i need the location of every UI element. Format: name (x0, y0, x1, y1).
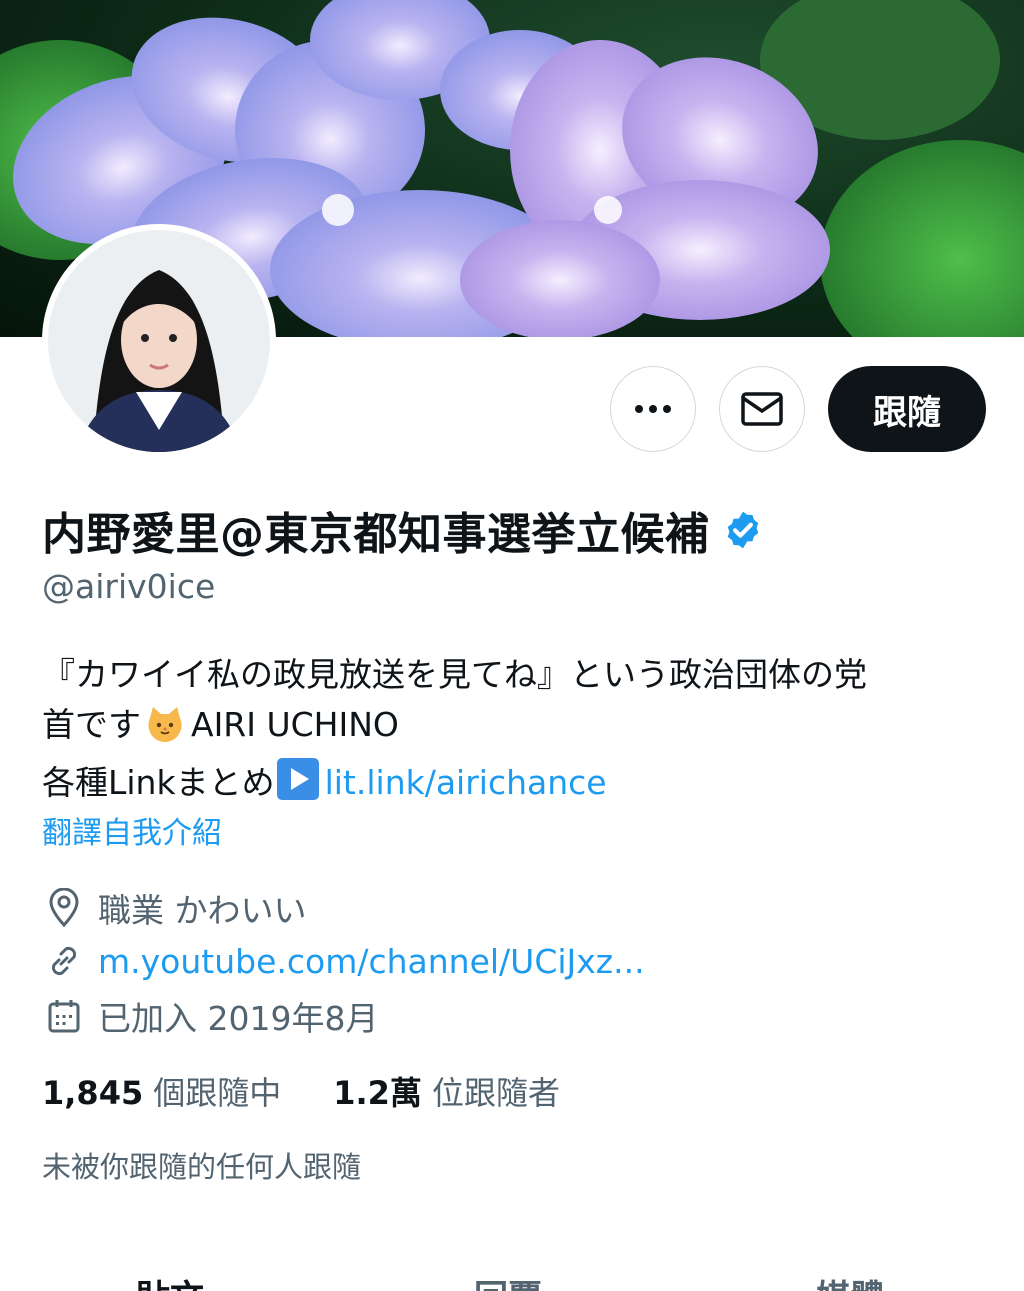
avatar-photo (48, 230, 270, 452)
profile-website-link[interactable]: m.youtube.com/channel/UCiJxz... (98, 942, 645, 981)
profile-website-row: m.youtube.com/channel/UCiJxz... (42, 939, 645, 983)
bio-link[interactable]: lit.link/airichance (325, 763, 607, 802)
message-button[interactable] (719, 366, 805, 452)
cat-face-emoji-icon (145, 704, 185, 758)
play-button-emoji-icon (276, 758, 319, 800)
avatar[interactable] (42, 224, 276, 458)
following-count: 1,845 (42, 1074, 144, 1112)
bio-line-3-text: 各種Linkまとめ (42, 763, 275, 802)
bio-line-1: 『カワイイ私の政見放送を見てね』という政治団体の党 (42, 655, 867, 694)
link-icon (42, 939, 86, 983)
calendar-icon (42, 994, 86, 1038)
translate-bio-link[interactable]: 翻譯自我介紹 (42, 808, 222, 852)
profile-joined-text: 已加入 2019年8月 (98, 999, 379, 1038)
profile-tabs: 貼文 回覆 媒體 (0, 1262, 1024, 1291)
location-pin-icon (42, 886, 86, 930)
bio-line-2-suffix: AIRI UCHINO (191, 705, 399, 744)
profile-joined-row: 已加入 2019年8月 (42, 992, 378, 1040)
tab-posts[interactable]: 貼文 (136, 1270, 204, 1291)
tab-replies[interactable]: 回覆 (474, 1270, 542, 1291)
envelope-icon (741, 392, 783, 426)
display-name: 内野愛里@東京都知事選挙立候補 (42, 509, 710, 560)
more-horizontal-icon (635, 405, 671, 413)
profile-bio: 『カワイイ私の政見放送を見てね』という政治団体の党 首です AIRI UCHINO… (42, 650, 982, 808)
profile-name-row: 内野愛里@東京都知事選挙立候補 (42, 498, 764, 562)
follow-button[interactable]: 跟隨 (828, 366, 986, 452)
following-label: 個跟隨中 (153, 1074, 282, 1112)
followers-stat[interactable]: 1.2萬 位跟隨者 (333, 1068, 560, 1114)
verified-badge-icon[interactable] (722, 509, 764, 551)
tab-media[interactable]: 媒體 (816, 1270, 884, 1291)
followed-by-note: 未被你跟隨的任何人跟隨 (42, 1150, 362, 1184)
bio-line-3: 各種Linkまとめ lit.link/airichance (42, 758, 982, 808)
followers-label: 位跟隨者 (431, 1074, 560, 1112)
following-stat[interactable]: 1,845 個跟隨中 (42, 1068, 281, 1114)
bio-line-2-text: 首です (42, 705, 141, 744)
more-options-button[interactable] (610, 366, 696, 452)
follow-stats: 1,845 個跟隨中 1.2萬 位跟隨者 (42, 1068, 560, 1114)
bio-line-2: 首です AIRI UCHINO (42, 700, 982, 758)
profile-location-text: 職業 かわいい (98, 891, 307, 930)
profile-location-row: 職業 かわいい (42, 884, 307, 932)
profile-handle: @airiv0ice (42, 567, 216, 606)
followers-count: 1.2萬 (333, 1074, 422, 1112)
